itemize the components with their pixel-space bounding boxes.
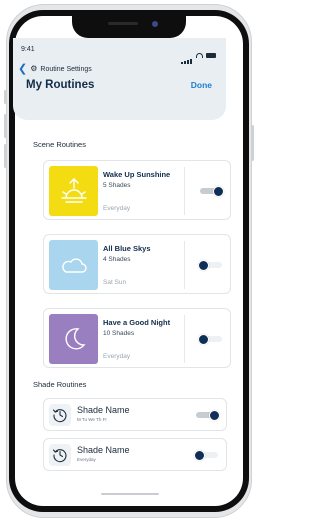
page-title: My Routines xyxy=(26,79,95,91)
scene-name: All Blue Skys xyxy=(103,244,151,253)
scene-name: Have a Good Night xyxy=(103,318,171,327)
scene-routine-card[interactable]: Have a Good Night 10 Shades Everyday xyxy=(43,308,231,368)
header: 9:41 ❮ ⚙ Routine Settings My Routines Do… xyxy=(13,38,226,120)
scene-routine-card[interactable]: Wake Up Sunshine 5 Shades Everyday xyxy=(43,160,231,220)
card-divider xyxy=(184,315,185,363)
shade-routine-card[interactable]: Shade Name M Tu We Th Fr xyxy=(43,398,227,431)
power-button xyxy=(251,125,254,161)
signal-icon xyxy=(181,46,193,64)
toggle-knob xyxy=(213,185,224,197)
scene-toggle[interactable] xyxy=(198,333,222,345)
toggle-knob xyxy=(209,409,220,421)
clock-icon xyxy=(52,409,67,423)
shade-days: M Tu We Th Fr xyxy=(77,417,107,422)
scene-toggle[interactable] xyxy=(200,185,224,197)
shade-name: Shade Name xyxy=(77,445,130,455)
status-icons xyxy=(181,46,216,64)
scene-thumbnail xyxy=(49,166,98,216)
scene-days: Everyday xyxy=(103,353,131,360)
shade-icon-box xyxy=(49,404,71,426)
scene-name: Wake Up Sunshine xyxy=(103,170,171,179)
shade-toggle[interactable] xyxy=(194,449,218,461)
scene-routines-heading: Scene Routines xyxy=(33,140,86,149)
shade-icon-box xyxy=(49,444,71,466)
toggle-knob xyxy=(194,449,205,461)
scene-shade-count: 4 Shades xyxy=(103,256,131,263)
toggle-knob xyxy=(198,333,209,345)
card-divider xyxy=(184,167,185,215)
shade-routine-card[interactable]: Shade Name Everyday xyxy=(43,438,227,471)
shade-days: Everyday xyxy=(77,457,96,462)
volume-down-button xyxy=(4,144,7,168)
sunrise-icon xyxy=(60,178,87,203)
moon-icon xyxy=(64,328,85,350)
toggle-knob xyxy=(198,259,209,271)
shade-routines-heading: Shade Routines xyxy=(33,380,87,389)
scene-shade-count: 5 Shades xyxy=(103,182,131,189)
breadcrumb-label: Routine Settings xyxy=(40,65,92,73)
done-button[interactable]: Done xyxy=(191,80,212,90)
scene-thumbnail xyxy=(49,314,98,364)
scene-routine-card[interactable]: All Blue Skys 4 Shades Sat Sun xyxy=(43,234,231,294)
scene-toggle[interactable] xyxy=(198,259,222,271)
card-divider xyxy=(184,241,185,289)
scene-thumbnail xyxy=(49,240,98,290)
breadcrumb[interactable]: ❮ ⚙ Routine Settings xyxy=(18,64,92,75)
gear-icon: ⚙ xyxy=(30,64,38,73)
cloud-icon xyxy=(61,258,87,273)
battery-icon xyxy=(206,52,216,58)
back-chevron-icon[interactable]: ❮ xyxy=(18,64,27,75)
shade-name: Shade Name xyxy=(77,405,130,415)
volume-up-button xyxy=(4,114,7,138)
status-time: 9:41 xyxy=(21,46,35,53)
shade-toggle[interactable] xyxy=(196,409,220,421)
scene-days: Everyday xyxy=(103,205,131,212)
home-indicator[interactable] xyxy=(101,493,159,495)
notch xyxy=(72,16,186,38)
clock-icon xyxy=(52,449,67,463)
scene-days: Sat Sun xyxy=(103,279,127,286)
speaker xyxy=(108,22,138,25)
scene-shade-count: 10 Shades xyxy=(103,330,135,337)
mute-switch xyxy=(4,90,7,104)
wifi-icon xyxy=(196,52,203,58)
camera-icon xyxy=(152,21,158,27)
